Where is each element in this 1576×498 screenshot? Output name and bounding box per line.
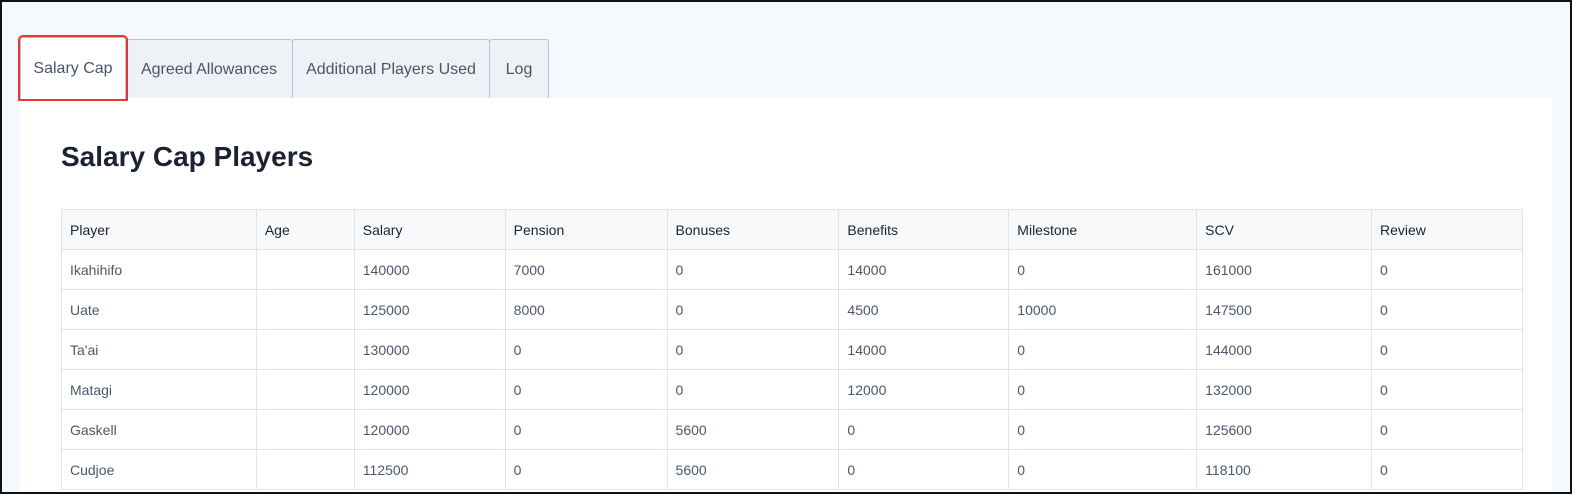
table-header-row: Player Age Salary Pension Bonuses Benefi… <box>61 209 1523 250</box>
cell-pension: 0 <box>504 409 668 450</box>
cell-pension: 7000 <box>504 249 668 290</box>
cell-milestone: 0 <box>1008 449 1198 490</box>
cell-player: Uate <box>61 289 257 330</box>
table-row: Matagi 120000 0 0 12000 0 132000 0 <box>61 369 1523 410</box>
cell-pension: 0 <box>504 369 668 410</box>
cell-milestone: 0 <box>1008 329 1198 370</box>
cell-review: 0 <box>1371 409 1523 450</box>
cell-review: 0 <box>1371 289 1523 330</box>
column-header-player: Player <box>61 209 257 250</box>
tab-salary-cap[interactable]: Salary Cap <box>18 35 128 101</box>
cell-benefits: 0 <box>838 409 1010 450</box>
cell-age <box>255 249 355 290</box>
cell-player: Ikahihifo <box>61 249 257 290</box>
table-row: Gaskell 120000 0 5600 0 0 125600 0 <box>61 409 1523 450</box>
cell-benefits: 4500 <box>838 289 1010 330</box>
cell-age <box>255 329 355 370</box>
cell-review: 0 <box>1371 249 1523 290</box>
cell-bonuses: 5600 <box>666 409 840 450</box>
cell-bonuses: 5600 <box>666 449 840 490</box>
table-row: Ikahihifo 140000 7000 0 14000 0 161000 0 <box>61 249 1523 290</box>
cell-milestone: 0 <box>1008 409 1198 450</box>
cell-scv: 125600 <box>1196 409 1373 450</box>
column-header-bonuses: Bonuses <box>666 209 840 250</box>
table-body: Ikahihifo 140000 7000 0 14000 0 161000 0 Uate 125… <box>61 249 1523 490</box>
table-row: Cudjoe 112500 0 5600 0 0 118100 0 <box>61 449 1523 490</box>
cell-salary: 140000 <box>353 249 506 290</box>
cell-review: 0 <box>1371 449 1523 490</box>
cell-benefits: 0 <box>838 449 1010 490</box>
cell-salary: 120000 <box>353 369 506 410</box>
cell-age <box>255 289 355 330</box>
cell-pension: 8000 <box>504 289 668 330</box>
cell-scv: 147500 <box>1196 289 1373 330</box>
cell-milestone: 10000 <box>1008 289 1198 330</box>
cell-benefits: 14000 <box>838 249 1010 290</box>
cell-age <box>255 409 355 450</box>
column-header-review: Review <box>1371 209 1523 250</box>
cell-player: Ta'ai <box>61 329 257 370</box>
cell-milestone: 0 <box>1008 249 1198 290</box>
cell-bonuses: 0 <box>666 329 840 370</box>
column-header-milestone: Milestone <box>1008 209 1198 250</box>
table-row: Ta'ai 130000 0 0 14000 0 144000 0 <box>61 329 1523 370</box>
content-panel: Salary Cap Players Player Age Salary Pen… <box>20 98 1552 492</box>
cell-age <box>255 449 355 490</box>
cell-bonuses: 0 <box>666 249 840 290</box>
cell-benefits: 14000 <box>838 329 1010 370</box>
cell-benefits: 12000 <box>838 369 1010 410</box>
app-frame: Salary Cap Agreed Allowances Additional … <box>0 0 1572 494</box>
cell-player: Cudjoe <box>61 449 257 490</box>
cell-player: Matagi <box>61 369 257 410</box>
cell-age <box>255 369 355 410</box>
cell-salary: 120000 <box>353 409 506 450</box>
page-title: Salary Cap Players <box>61 141 314 172</box>
cell-pension: 0 <box>504 329 668 370</box>
cell-bonuses: 0 <box>666 289 840 330</box>
column-header-benefits: Benefits <box>838 209 1010 250</box>
cell-pension: 0 <box>504 449 668 490</box>
tab-bar: Salary Cap Agreed Allowances Additional … <box>18 35 549 101</box>
table-row: Uate 125000 8000 0 4500 10000 147500 0 <box>61 289 1523 330</box>
column-header-pension: Pension <box>504 209 668 250</box>
tab-agreed-allowances[interactable]: Agreed Allowances <box>125 39 293 99</box>
cell-milestone: 0 <box>1008 369 1198 410</box>
cell-scv: 161000 <box>1196 249 1373 290</box>
cell-scv: 118100 <box>1196 449 1373 490</box>
salary-cap-table: Player Age Salary Pension Bonuses Benefi… <box>61 209 1523 490</box>
tab-log[interactable]: Log <box>489 39 549 99</box>
cell-scv: 144000 <box>1196 329 1373 370</box>
cell-scv: 132000 <box>1196 369 1373 410</box>
cell-review: 0 <box>1371 369 1523 410</box>
column-header-age: Age <box>255 209 355 250</box>
cell-bonuses: 0 <box>666 369 840 410</box>
cell-salary: 112500 <box>353 449 506 490</box>
cell-player: Gaskell <box>61 409 257 450</box>
cell-salary: 130000 <box>353 329 506 370</box>
column-header-salary: Salary <box>353 209 506 250</box>
column-header-scv: SCV <box>1196 209 1373 250</box>
cell-review: 0 <box>1371 329 1523 370</box>
tab-additional-players-used[interactable]: Additional Players Used <box>292 39 490 99</box>
cell-salary: 125000 <box>353 289 506 330</box>
